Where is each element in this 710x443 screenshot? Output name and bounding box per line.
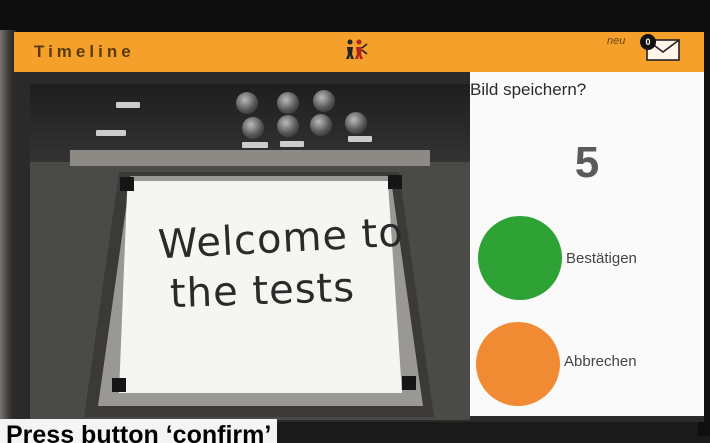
machine-knob	[277, 115, 299, 137]
paper-clamp	[388, 175, 402, 189]
machine-label	[242, 142, 268, 148]
machine-knob	[313, 90, 335, 112]
handwriting-line-2: the tests	[169, 264, 356, 318]
machine-knob	[345, 112, 367, 134]
app-screen: Timeline neu 0 Welcome to the tests Bild…	[14, 32, 704, 422]
cancel-label[interactable]: Abbrechen	[564, 353, 637, 370]
instruction-caption: Press button ‘confirm’	[0, 419, 278, 443]
app-header: Timeline neu 0	[14, 32, 704, 72]
machine-label	[96, 130, 126, 136]
device-bezel-top	[0, 0, 710, 34]
messages-button[interactable]: 0	[640, 34, 680, 62]
new-messages-label: neu	[607, 35, 626, 47]
machine-knob	[236, 92, 258, 114]
cancel-button[interactable]	[476, 322, 560, 406]
machine-label	[280, 141, 304, 147]
paper-clamp	[112, 378, 126, 392]
machine-knob	[242, 117, 264, 139]
camera-photo: Welcome to the tests	[30, 84, 470, 420]
confirm-label[interactable]: Bestätigen	[566, 250, 637, 267]
machine-knob	[277, 92, 299, 114]
team-logo-icon	[344, 38, 368, 66]
save-dialog-panel: Bild speichern? 5 Bestätigen Abbrechen	[470, 72, 704, 416]
header-title: Timeline	[34, 42, 135, 61]
tray-rail	[70, 150, 430, 166]
confirm-button[interactable]	[478, 216, 562, 300]
paper-clamp	[120, 177, 134, 191]
save-prompt: Bild speichern?	[470, 80, 587, 99]
paper-clamp	[402, 376, 416, 390]
machine-label	[116, 102, 140, 108]
machine-label	[348, 136, 372, 142]
message-count-badge: 0	[640, 34, 656, 50]
machine-knob	[310, 114, 332, 136]
countdown-value: 5	[574, 138, 600, 187]
